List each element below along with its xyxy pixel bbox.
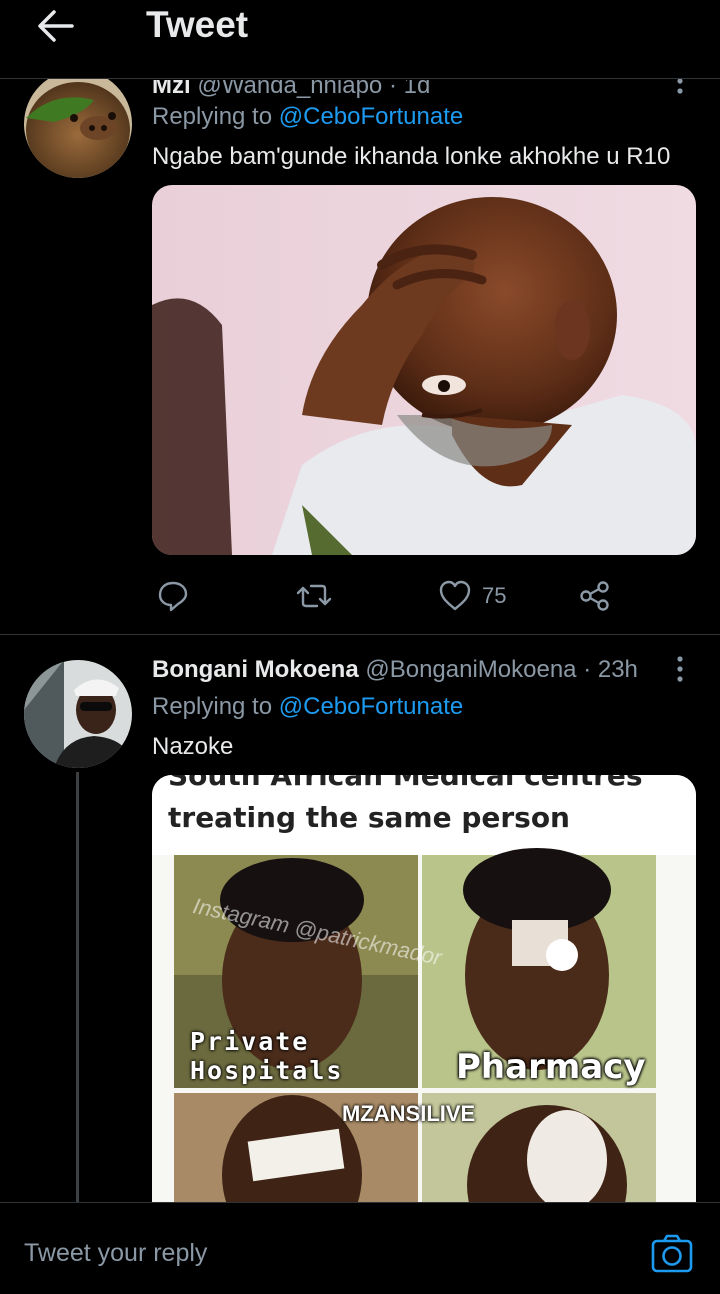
more-vertical-icon[interactable]: [670, 654, 690, 684]
reply-input[interactable]: Tweet your reply: [24, 1239, 207, 1268]
comment-icon: [158, 581, 188, 612]
tweet-header: Bongani Mokoena @BonganiMokoena · 23h: [152, 656, 638, 684]
tweet-text: Ngabe bam'gunde ikhanda lonke akhokhe u …: [152, 143, 671, 170]
share-button[interactable]: [578, 575, 612, 617]
replying-to: Replying to @CeboFortunate: [152, 103, 464, 130]
retweet-icon: [296, 584, 332, 608]
like-count: 75: [482, 583, 507, 608]
meme-label-hospitals: Hospitals: [190, 1056, 344, 1085]
meme-top-line: South African Medical centres: [168, 775, 643, 792]
back-arrow-icon[interactable]: [36, 6, 76, 46]
display-name[interactable]: Bongani Mokoena: [152, 656, 359, 683]
camera-icon[interactable]: [650, 1232, 694, 1276]
thread-connector-line: [76, 772, 79, 1212]
heart-icon: [439, 580, 471, 611]
tweet-image[interactable]: [152, 185, 696, 555]
reply-composer[interactable]: Tweet your reply: [0, 1202, 720, 1294]
replying-to: Replying to @CeboFortunate: [152, 693, 464, 720]
tweet-image[interactable]: South African Medical centres treating t…: [152, 775, 696, 1202]
retweet-button[interactable]: [296, 575, 332, 617]
top-bar: Tweet: [0, 0, 720, 79]
avatar[interactable]: [24, 70, 132, 178]
avatar[interactable]: [24, 660, 132, 768]
mention-link[interactable]: @CeboFortunate: [279, 693, 463, 720]
timestamp: · 23h: [583, 656, 638, 683]
share-icon: [580, 581, 609, 611]
handle[interactable]: @BonganiMokoena: [365, 656, 576, 683]
reply-button[interactable]: [156, 575, 190, 617]
like-button[interactable]: 75: [438, 575, 506, 617]
mention-link[interactable]: @CeboFortunate: [279, 103, 463, 130]
tweet-text: Nazoke: [152, 733, 234, 760]
divider: [0, 634, 720, 635]
meme-label-pharmacy: Pharmacy: [456, 1047, 646, 1087]
page-title: Tweet: [146, 4, 249, 45]
meme-label-private: Private: [190, 1027, 310, 1056]
tweet-actions: 75: [152, 575, 632, 617]
meme-label-mzansilive: MZANSILIVE: [342, 1101, 476, 1126]
meme-second-line: treating the same person: [168, 801, 570, 834]
